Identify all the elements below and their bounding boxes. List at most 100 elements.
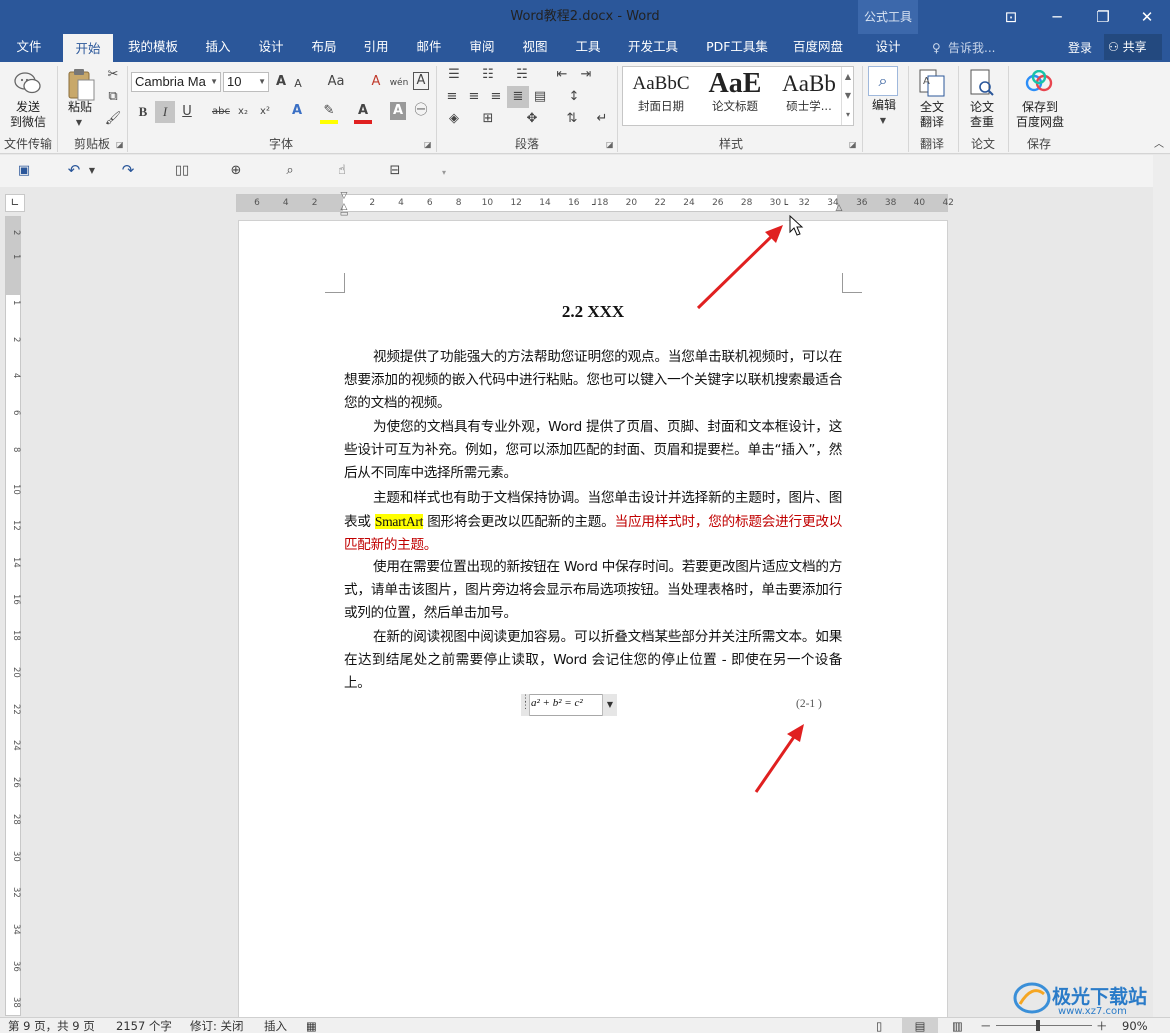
equation-handle-icon[interactable]: ⋮ ⋮	[521, 694, 530, 716]
style-cover-date[interactable]: AaBbC 封面日期	[625, 67, 697, 125]
paragraph-1[interactable]: 视频提供了功能强大的方法帮助您证明您的观点。当您单击联机视频时，可以在想要添加的…	[344, 346, 842, 415]
tab-design[interactable]: 设计	[249, 34, 293, 62]
chinese-layout-icon[interactable]: ✥	[520, 110, 544, 128]
undo-dropdown-icon[interactable]: ▼	[86, 162, 98, 180]
close-button[interactable]: ✕	[1124, 0, 1170, 34]
maximize-button[interactable]: ❐	[1080, 0, 1126, 34]
copy-icon[interactable]: ⧉	[104, 88, 122, 106]
search-icon[interactable]: ⌕	[868, 66, 898, 96]
tab-view[interactable]: 视图	[513, 34, 557, 62]
print-layout-icon[interactable]: ▤	[902, 1018, 938, 1033]
customize-toolbar-icon[interactable]: ⊟	[385, 162, 405, 180]
tab-equation-design[interactable]: 设计	[862, 34, 914, 62]
grow-font-icon[interactable]: A	[273, 73, 289, 91]
strikethrough-icon[interactable]: abc	[210, 103, 232, 121]
right-indent-marker[interactable]: △	[833, 203, 845, 213]
clipboard-launcher-icon[interactable]: ◪	[116, 140, 125, 149]
revision-status[interactable]: 修订: 关闭	[190, 1018, 244, 1033]
zoom-out-button[interactable]: －	[980, 1018, 992, 1033]
styles-launcher-icon[interactable]: ◪	[849, 140, 858, 149]
equation-number[interactable]: (2-1 )	[796, 698, 822, 710]
line-spacing-icon[interactable]: ↕	[562, 88, 586, 106]
more-commands-icon[interactable]: ▾	[438, 164, 450, 182]
minimize-button[interactable]: ─	[1034, 0, 1080, 34]
align-left-icon[interactable]: ≡	[442, 88, 462, 106]
gallery-scroll[interactable]: ▲ ▼ ▾	[841, 67, 854, 125]
text-effects-icon[interactable]: A	[288, 102, 306, 120]
tab-stop-selector[interactable]: ∟	[5, 194, 25, 212]
bold-icon[interactable]: B	[134, 103, 152, 121]
increase-indent-icon[interactable]: ⇥	[576, 66, 596, 84]
edit-button[interactable]: 编辑	[864, 98, 904, 113]
highlight-icon[interactable]: ✎	[320, 102, 338, 124]
tab-references[interactable]: 引用	[354, 34, 398, 62]
subscript-icon[interactable]: x₂	[234, 103, 252, 121]
touch-mode-icon[interactable]: ☝	[332, 162, 352, 180]
page-count[interactable]: 第 9 页，共 9 页	[8, 1018, 95, 1033]
superscript-icon[interactable]: x²	[256, 103, 274, 121]
tab-developer[interactable]: 开发工具	[622, 34, 684, 62]
tab-file[interactable]: 文件	[6, 34, 52, 62]
shrink-font-icon[interactable]: A	[291, 75, 305, 93]
heading-2-2[interactable]: 2.2 XXX	[344, 302, 842, 322]
bullets-icon[interactable]: ☰	[442, 66, 466, 84]
paragraph-5[interactable]: 在新的阅读视图中阅读更加容易。可以折叠文档某些部分并关注所需文本。如果在达到结尾…	[344, 626, 842, 695]
save-icon[interactable]: ▣	[14, 162, 34, 180]
first-line-indent-marker[interactable]: ▽	[338, 192, 350, 201]
clear-format-icon[interactable]: A	[368, 73, 384, 91]
tab-layout[interactable]: 布局	[302, 34, 346, 62]
tab-home[interactable]: 开始	[63, 34, 113, 62]
equation-options-icon[interactable]: ▼	[602, 694, 617, 716]
numbering-icon[interactable]: ☷	[476, 66, 500, 84]
tab-stop-marker[interactable]: └	[782, 201, 790, 211]
zoom-level[interactable]: 90%	[1122, 1018, 1148, 1033]
show-marks-icon[interactable]: ↵	[592, 110, 612, 128]
phonetic-guide-icon[interactable]: wén	[388, 74, 410, 92]
character-border-icon[interactable]: A	[413, 72, 429, 90]
style-paper-title[interactable]: AaE 论文标题	[699, 67, 771, 125]
web-layout-icon[interactable]: ⊕	[226, 162, 246, 180]
paragraph-2[interactable]: 为使您的文档具有专业外观，Word 提供了页眉、页脚、封面和文本框设计，这些设计…	[344, 416, 842, 485]
character-shading-icon[interactable]: A	[390, 102, 406, 120]
insert-mode[interactable]: 插入	[264, 1018, 287, 1033]
font-size-combo[interactable]: 10 ▼	[223, 72, 269, 92]
read-mode-icon[interactable]: ▯	[876, 1018, 882, 1033]
tell-me-input[interactable]: 告诉我...	[948, 34, 995, 62]
styles-gallery[interactable]: AaBbC 封面日期 AaE 论文标题 AaBb 硕士学... ▲ ▼ ▾	[622, 66, 854, 126]
tab-insert[interactable]: 插入	[196, 34, 240, 62]
paper-check-button[interactable]: 论文 查重	[962, 100, 1002, 130]
tab-tools[interactable]: 工具	[566, 34, 610, 62]
format-painter-icon[interactable]: 🖌	[104, 110, 122, 128]
zoom-slider-thumb[interactable]	[1036, 1020, 1040, 1031]
font-name-combo[interactable]: Cambria Ma ▼	[131, 72, 221, 92]
edit-dropdown-icon[interactable]: ▼	[876, 112, 890, 130]
font-launcher-icon[interactable]: ◪	[424, 140, 433, 149]
zoom-slider[interactable]	[996, 1025, 1092, 1026]
borders-icon[interactable]: ⊞	[476, 110, 500, 128]
ribbon-display-options-button[interactable]: ⊡	[988, 0, 1034, 34]
paste-button[interactable]: 粘贴	[60, 100, 100, 115]
tab-my-templates[interactable]: 我的模板	[122, 34, 184, 62]
print-preview-icon[interactable]: ⌕	[280, 162, 300, 180]
multilevel-list-icon[interactable]: ☵	[510, 66, 534, 84]
collapse-ribbon-icon[interactable]: ︿	[1152, 136, 1166, 154]
paste-dropdown-icon[interactable]: ▼	[72, 114, 86, 132]
justify-icon[interactable]: ≣	[507, 86, 529, 108]
font-color-icon[interactable]: A	[354, 102, 372, 124]
align-center-icon[interactable]: ≡	[464, 88, 484, 106]
tab-review[interactable]: 审阅	[460, 34, 504, 62]
vertical-scrollbar[interactable]	[1153, 155, 1170, 1017]
paragraph-launcher-icon[interactable]: ◪	[606, 140, 615, 149]
login-link[interactable]: 登录	[1068, 34, 1092, 62]
paragraph-4[interactable]: 使用在需要位置出现的新按钮在 Word 中保存时间。若要更改图片适应文档的方式，…	[344, 556, 842, 625]
paragraph-3[interactable]: 主题和样式也有助于文档保持协调。当您单击设计并选择新的主题时，图片、图表或 Sm…	[344, 487, 842, 557]
macro-icon[interactable]: ▦	[306, 1018, 317, 1033]
sort-icon[interactable]: ⇅	[562, 110, 582, 128]
web-view-icon[interactable]: ▥	[952, 1018, 963, 1033]
tab-pdf-tools[interactable]: PDF工具集	[698, 34, 776, 62]
italic-icon[interactable]: I	[155, 101, 175, 123]
full-translate-button[interactable]: 全文 翻译	[912, 100, 952, 130]
underline-icon[interactable]: U	[178, 103, 196, 121]
decrease-indent-icon[interactable]: ⇤	[552, 66, 572, 84]
undo-icon[interactable]: ↶	[64, 161, 84, 179]
